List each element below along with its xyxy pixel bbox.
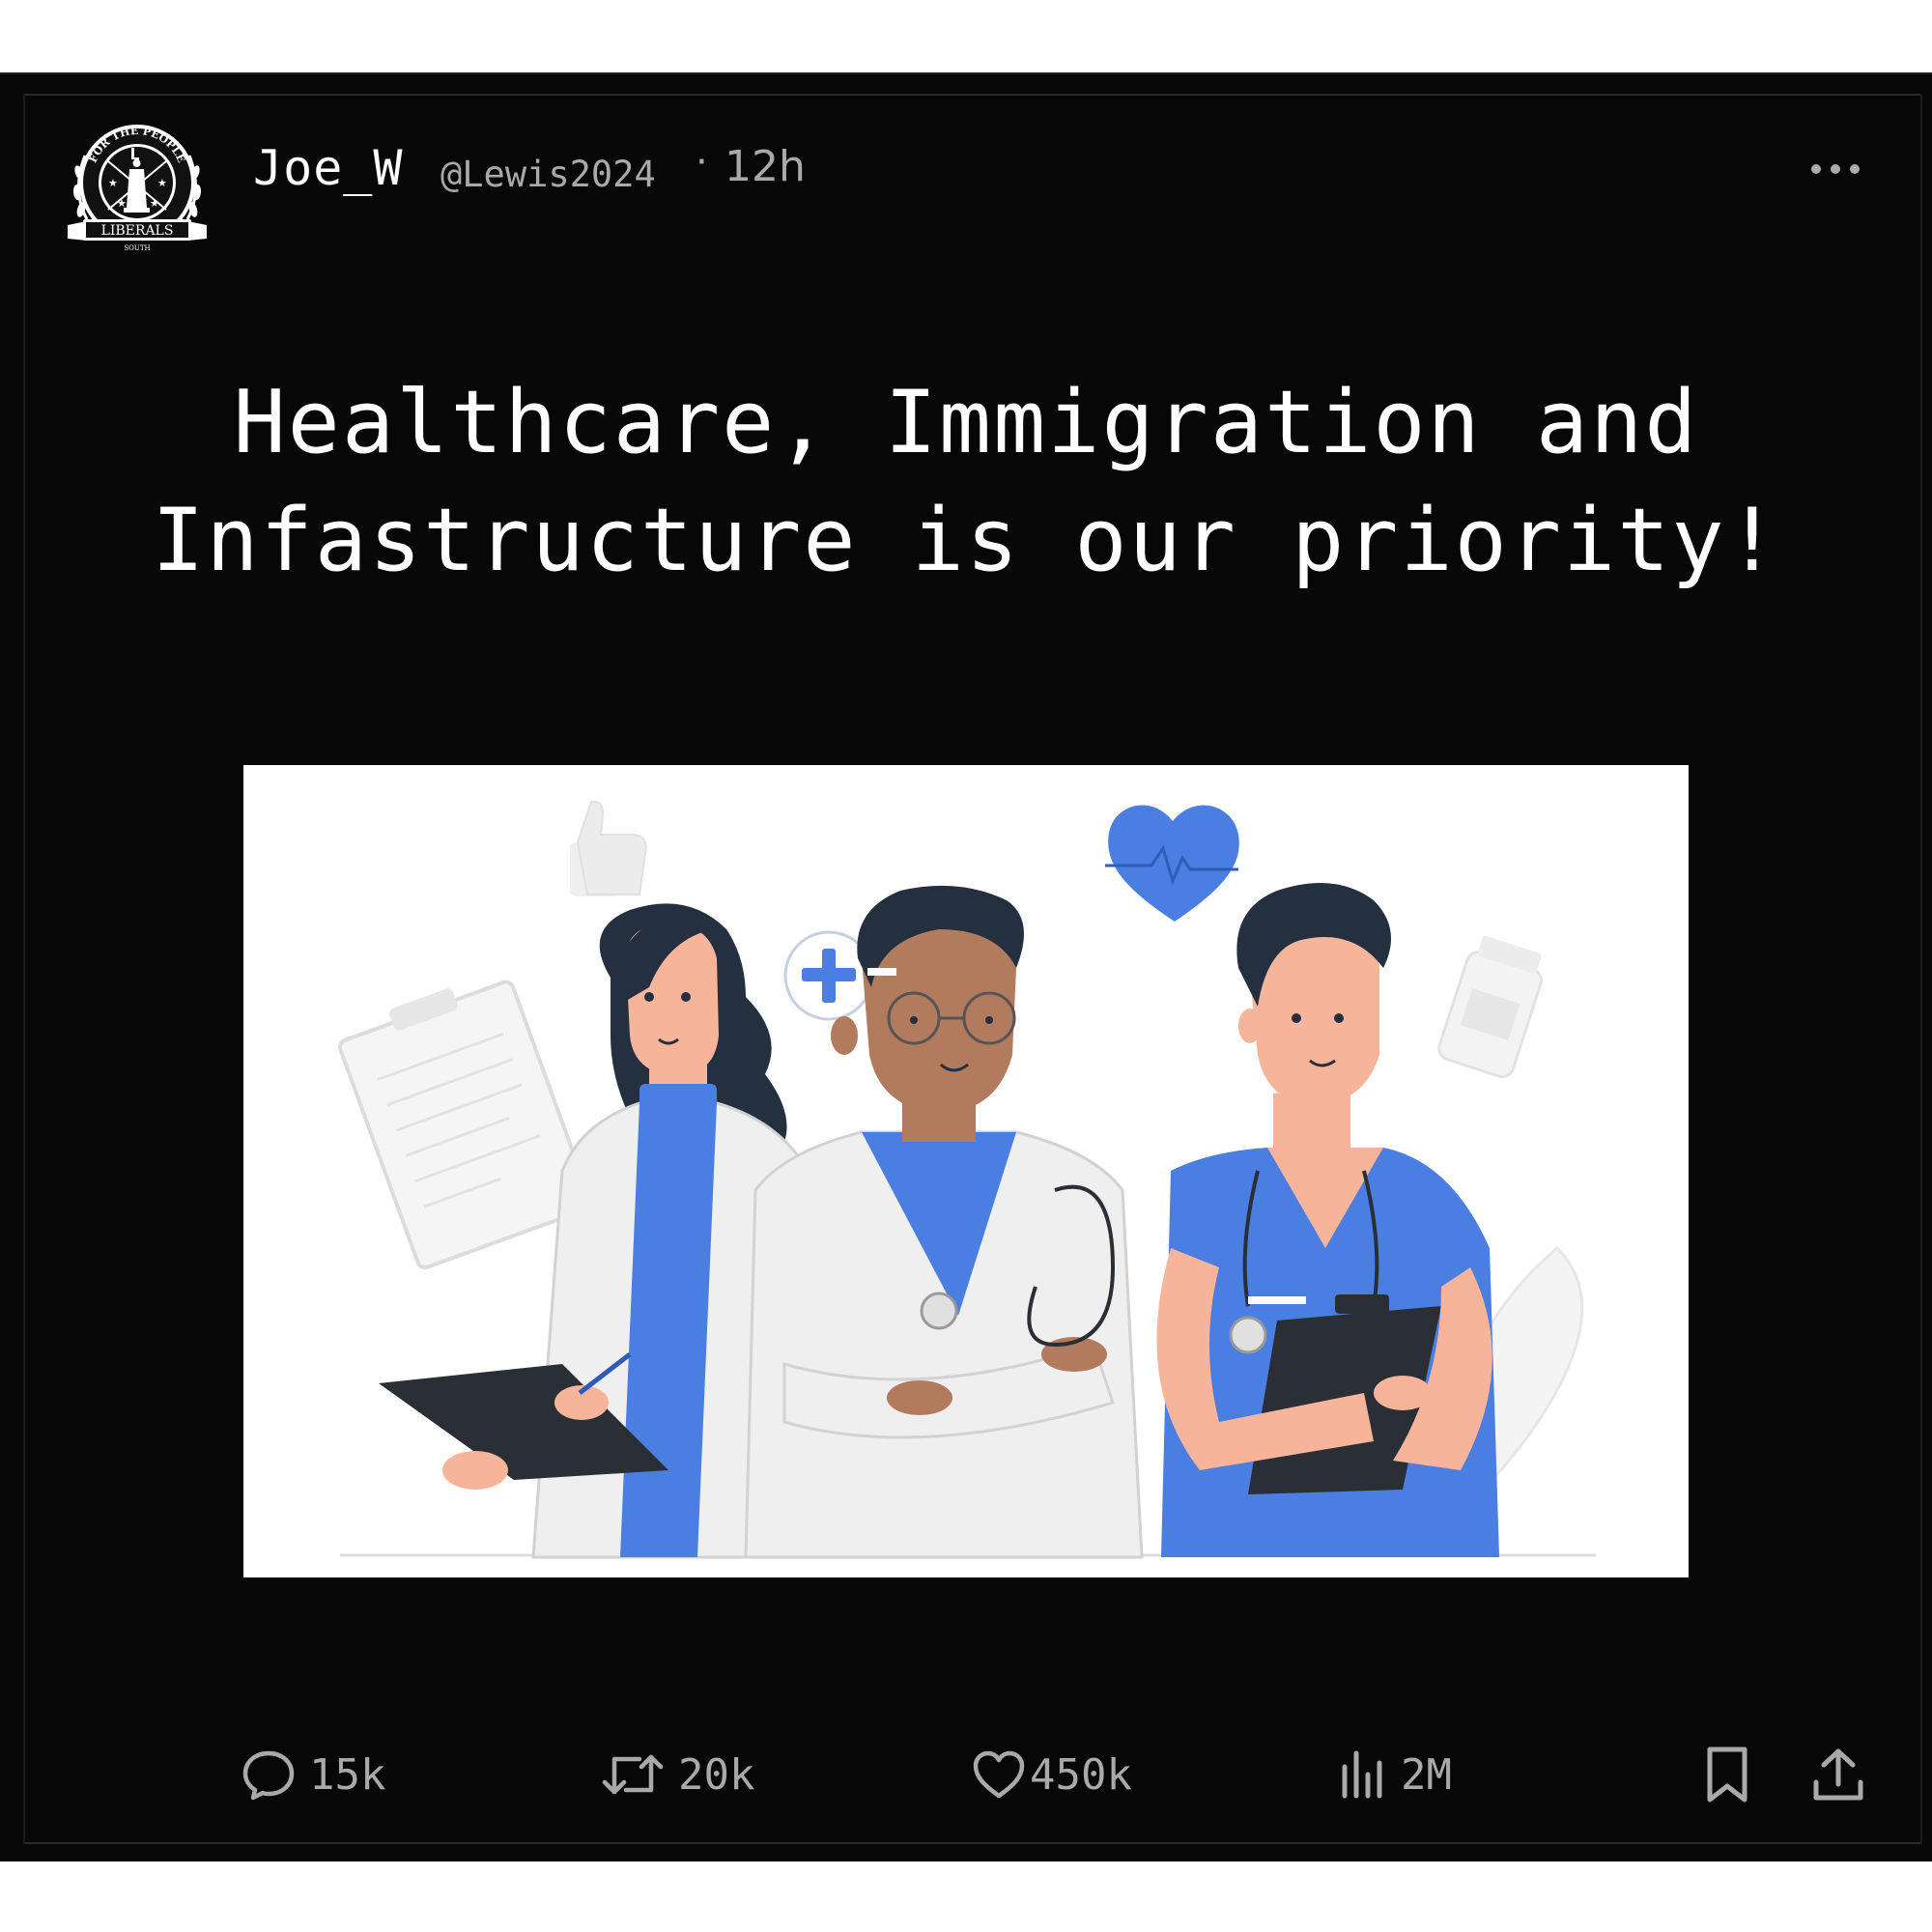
meta-separator: · bbox=[696, 140, 708, 185]
svg-text:★: ★ bbox=[117, 197, 127, 210]
more-horizontal-icon[interactable] bbox=[1808, 159, 1862, 179]
seal-banner-text: LIBERALS bbox=[101, 223, 174, 239]
bookmark-icon bbox=[1707, 1747, 1747, 1803]
frame-divider-bottom bbox=[24, 1842, 1922, 1844]
action-bar: 15k 20k 450k 2M bbox=[0, 1736, 1932, 1813]
illustration-three-medical-staff bbox=[243, 765, 1689, 1577]
seal-bottom-text: SOUTH bbox=[124, 244, 150, 252]
share-button[interactable] bbox=[1812, 1736, 1864, 1813]
views-count: 2M bbox=[1401, 1749, 1452, 1800]
frame-divider-left bbox=[23, 94, 25, 1844]
reply-button[interactable]: 15k bbox=[242, 1736, 385, 1813]
headline-line-2: Infastructure is our priority! bbox=[152, 490, 1780, 591]
reply-count: 15k bbox=[309, 1749, 386, 1800]
like-count: 450k bbox=[1030, 1749, 1132, 1800]
frame-divider-right bbox=[1920, 94, 1922, 1844]
views-chart-icon bbox=[1342, 1750, 1382, 1799]
headline-line-1: Healthcare, Immigration and bbox=[233, 372, 1699, 473]
post-image[interactable] bbox=[243, 765, 1689, 1577]
views-button[interactable]: 2M bbox=[1339, 1736, 1452, 1813]
author-display-name[interactable]: Joe_W bbox=[253, 140, 404, 196]
post-timestamp[interactable]: 12h bbox=[724, 142, 806, 191]
avatar[interactable]: FOR THE PEOPLE ★ ★ ★ ★ LIBERALS SOUTH bbox=[64, 115, 211, 262]
post-headline: Healthcare, Immigration and Infastructur… bbox=[97, 364, 1835, 600]
svg-text:★: ★ bbox=[157, 177, 167, 189]
heart-icon bbox=[973, 1750, 1025, 1799]
author-handle[interactable]: @Lewis2024 bbox=[440, 154, 656, 195]
repost-count: 20k bbox=[678, 1749, 755, 1800]
svg-text:★: ★ bbox=[108, 177, 118, 189]
repost-button[interactable]: 20k bbox=[601, 1736, 754, 1813]
like-button[interactable]: 450k bbox=[972, 1736, 1132, 1813]
repost-icon bbox=[602, 1754, 664, 1795]
share-upload-icon bbox=[1813, 1748, 1863, 1801]
frame-divider-top bbox=[24, 94, 1922, 96]
party-seal-avatar-icon: FOR THE PEOPLE ★ ★ ★ ★ LIBERALS SOUTH bbox=[68, 125, 207, 252]
reply-bubble-icon bbox=[242, 1750, 295, 1801]
svg-text:★: ★ bbox=[150, 197, 159, 210]
post-card: FOR THE PEOPLE ★ ★ ★ ★ LIBERALS SOUTH Jo… bbox=[0, 72, 1932, 1861]
bookmark-button[interactable] bbox=[1704, 1736, 1750, 1813]
